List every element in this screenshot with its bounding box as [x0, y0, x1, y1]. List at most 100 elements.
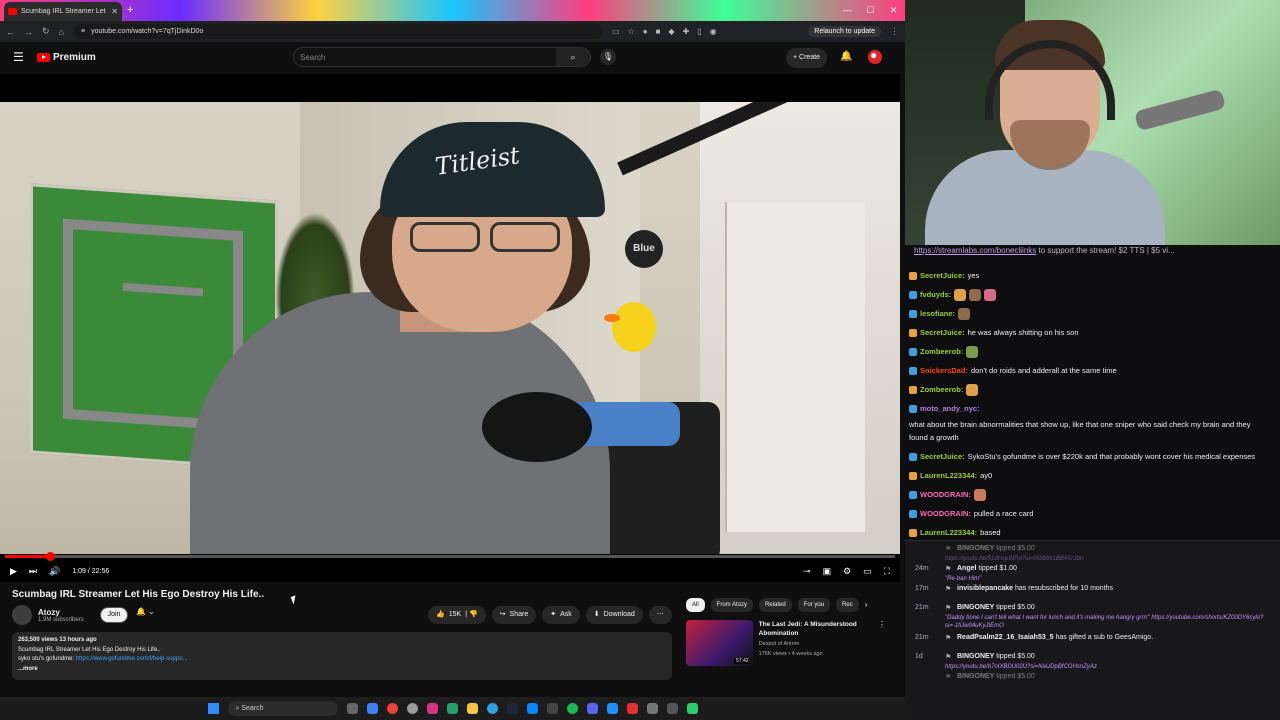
chat-username[interactable]: WOODGRAIN: [920, 488, 971, 501]
recommended-title[interactable]: The Last Jedi: A Misunderstood Abominati… [759, 620, 872, 638]
search-icon[interactable]: ⌕ [556, 48, 590, 66]
download-button[interactable]: ⬇ Download [585, 606, 643, 624]
extension-icon[interactable]: ● [643, 27, 648, 36]
youtube-logo[interactable]: Premium [37, 52, 96, 63]
app-icon[interactable] [646, 703, 658, 714]
more-link[interactable]: ...more [18, 665, 666, 675]
ask-button[interactable]: ✦ Ask [542, 606, 580, 624]
autoplay-toggle[interactable]: ⊸ [803, 566, 811, 577]
more-actions-icon[interactable]: ⋯ [648, 606, 672, 624]
chat-username[interactable]: SecretJuice: [920, 269, 965, 282]
chrome-icon[interactable] [386, 703, 398, 714]
chat-username[interactable]: moto_andy_nyc: [920, 402, 980, 415]
share-button[interactable]: ↪ Share [491, 606, 537, 624]
windows-start-icon[interactable] [207, 703, 219, 714]
profile-icon[interactable]: ◉ [710, 27, 717, 36]
relaunch-button[interactable]: Relaunch to update [808, 26, 881, 37]
video-player[interactable]: Titleist Blue ▶ ⏭ 🔊 1:09 / 22:56 ⊸ ▣ ⚙ ▭… [0, 74, 900, 582]
forward-icon[interactable]: → [24, 27, 33, 37]
video-thumbnail[interactable]: 57:42 [686, 620, 753, 666]
play-icon[interactable]: ▶ [10, 566, 17, 577]
event-detail[interactable]: "Daddy bone I can't tell what I want for… [945, 614, 1265, 630]
subscription-bell-icon[interactable]: 🔔 ⌄ [136, 607, 155, 616]
app-icon[interactable] [586, 703, 598, 714]
spotify-icon[interactable] [566, 703, 578, 714]
join-button[interactable]: Join [100, 607, 128, 623]
chip-all[interactable]: All [686, 598, 705, 612]
account-avatar[interactable] [868, 50, 882, 64]
cast-icon[interactable]: ▭ [612, 27, 620, 36]
file-explorer-icon[interactable] [466, 703, 478, 714]
extension-icon[interactable]: ◆ [668, 27, 674, 36]
maximize-icon[interactable]: ☐ [859, 0, 882, 21]
browser-tab[interactable]: Scumbag IRL Streamer Let His ✕ [4, 2, 122, 21]
event-user[interactable]: BINGONEY [957, 653, 994, 660]
app-icon[interactable] [426, 703, 438, 714]
volume-icon[interactable]: 🔊 [49, 566, 60, 577]
recommended-video[interactable]: 57:42 The Last Jedi: A Misunderstood Abo… [686, 620, 886, 668]
app-icon[interactable] [446, 703, 458, 714]
app-icon[interactable] [546, 703, 558, 714]
settings-gear-icon[interactable]: ⚙ [843, 566, 851, 577]
event-detail[interactable]: https://youtu.be/51dHvpWPyl?si=fXbMm1BB4… [945, 555, 1265, 563]
home-icon[interactable]: ⌂ [59, 27, 64, 37]
chat-username[interactable]: SnickersDad: [920, 364, 968, 377]
app-icon[interactable] [666, 703, 678, 714]
back-icon[interactable]: ← [6, 27, 15, 37]
theater-mode-icon[interactable]: ▭ [863, 566, 872, 577]
chat-username[interactable]: SecretJuice: [920, 450, 965, 463]
more-options-icon[interactable]: ⋮ [878, 620, 886, 668]
app-icon[interactable] [626, 703, 638, 714]
like-button[interactable]: 👍 15K | 👎 [428, 606, 486, 624]
app-icon[interactable] [526, 703, 538, 714]
chip-related[interactable]: Related [759, 598, 792, 612]
taskbar-search[interactable]: ⌕ Search [227, 701, 338, 716]
site-info-icon[interactable]: ≡ [81, 28, 85, 35]
chip-for-you[interactable]: For you [797, 598, 831, 612]
new-tab-icon[interactable]: + [127, 4, 133, 16]
captions-icon[interactable]: ▣ [823, 566, 832, 577]
event-detail[interactable]: https://youtu.be/b7oIXBDU02U?si=NaUDpBfC… [945, 663, 1265, 671]
chat-username[interactable]: fvduyds: [920, 288, 951, 301]
streamlabs-link[interactable]: https://streamlabs.com/bonecliinks [914, 246, 1036, 255]
chat-username[interactable]: LaurenL223344: [920, 469, 977, 482]
description-box[interactable]: 263,500 views 13 hours ago Scumbag IRL S… [12, 632, 672, 680]
next-icon[interactable]: ⏭ [29, 566, 37, 577]
create-button[interactable]: + Create [786, 48, 828, 68]
chat-username[interactable]: WOODGRAIN: [920, 507, 971, 520]
chat-username[interactable]: Zombeerob: [920, 345, 963, 358]
chat-username[interactable]: lesofiane: [920, 307, 955, 320]
extension-icon[interactable]: ■ [656, 27, 661, 36]
chevron-right-icon[interactable]: › [865, 598, 868, 612]
event-detail[interactable]: "Re-ban Him" [945, 575, 1265, 583]
chip-recent[interactable]: Rec [836, 598, 859, 612]
extensions-puzzle-icon[interactable]: ✚ [683, 27, 690, 36]
app-icon[interactable] [366, 703, 378, 714]
event-user[interactable]: invisiblepancake [957, 585, 1013, 592]
channel-avatar[interactable] [12, 605, 32, 625]
bookmark-star-icon[interactable]: ☆ [628, 27, 635, 36]
app-icon[interactable] [686, 703, 698, 714]
telegram-icon[interactable] [486, 703, 498, 714]
task-view-icon[interactable] [346, 703, 358, 714]
reload-icon[interactable]: ↻ [42, 26, 50, 37]
notifications-bell-icon[interactable]: 🔔 [840, 51, 852, 62]
url-field[interactable]: ≡ youtube.com/watch?v=7qTjDinkD0o [72, 24, 603, 39]
app-icon[interactable] [606, 703, 618, 714]
steam-icon[interactable] [506, 703, 518, 714]
search-input[interactable]: Search ⌕ [293, 47, 591, 67]
microphone-icon[interactable]: 🎙 [600, 49, 616, 65]
close-tab-icon[interactable]: ✕ [111, 7, 118, 16]
chat-username[interactable]: SecretJuice: [920, 326, 965, 339]
chat-username[interactable]: LaurenL223344: [920, 526, 977, 539]
event-user[interactable]: BINGONEY [957, 545, 994, 552]
hamburger-menu-icon[interactable]: ☰ [13, 50, 24, 64]
thumbs-down-icon[interactable]: | 👎 [465, 606, 477, 624]
event-user[interactable]: BINGONEY [957, 673, 994, 680]
minimize-icon[interactable]: — [836, 0, 859, 21]
chat-username[interactable]: Zombeerob: [920, 383, 963, 396]
progress-bar[interactable] [5, 552, 895, 561]
event-user[interactable]: Angel [957, 565, 976, 572]
chip-from-atozy[interactable]: From Atozy [710, 598, 754, 612]
sidebar-icon[interactable]: ▯ [697, 27, 701, 36]
